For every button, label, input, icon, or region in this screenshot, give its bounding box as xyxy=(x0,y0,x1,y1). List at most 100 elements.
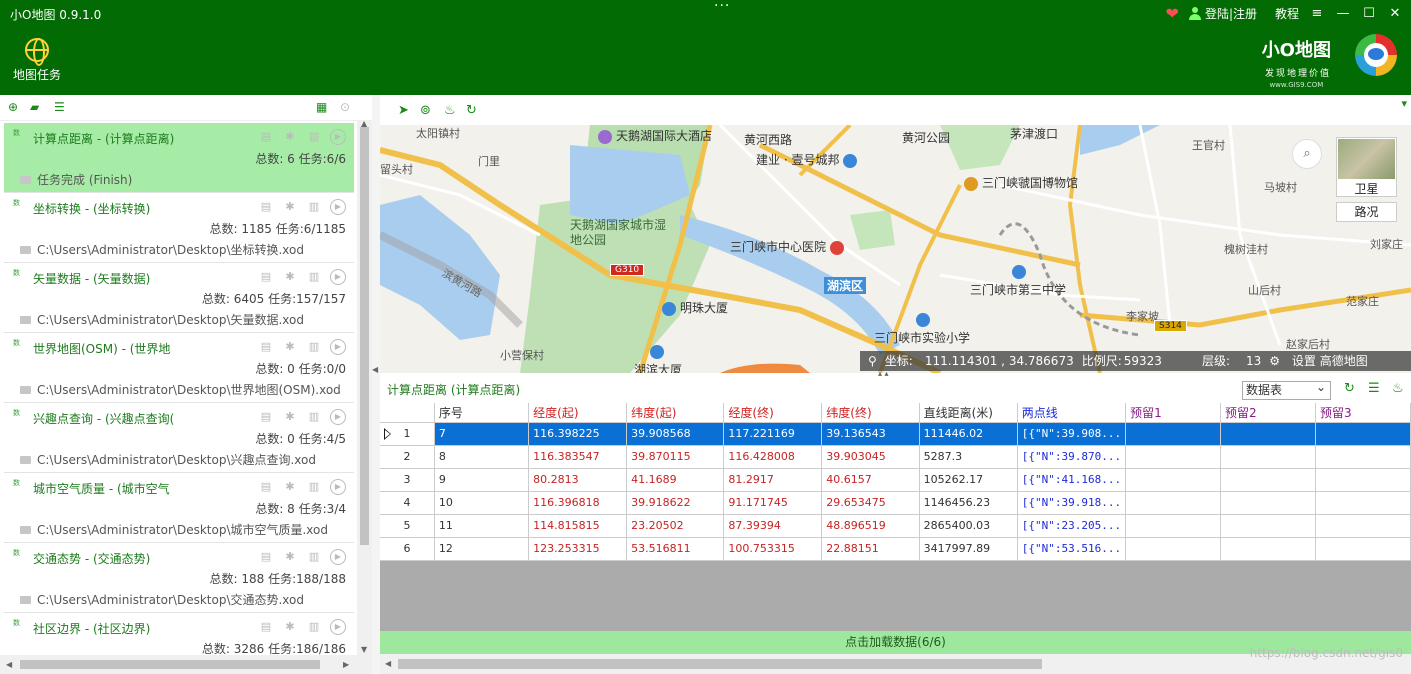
report-icon[interactable]: ▤ xyxy=(258,549,274,565)
chart-icon[interactable]: ▥ xyxy=(306,479,322,495)
chart-icon[interactable]: ▥ xyxy=(306,269,322,285)
grid-cell[interactable]: 80.2813 xyxy=(528,468,628,492)
tutorial-link[interactable]: 教程 xyxy=(1275,5,1299,22)
list-icon[interactable]: ☰ xyxy=(54,101,68,113)
location-pin-icon[interactable]: ⊚ xyxy=(420,103,431,118)
scroll-thumb[interactable] xyxy=(360,127,369,545)
collapse-up-icon[interactable]: ▴ ▴ xyxy=(878,369,889,378)
report-icon[interactable]: ▤ xyxy=(258,619,274,635)
grid-cell[interactable]: 114.815815 xyxy=(528,514,628,538)
grid-cell[interactable]: 39.870115 xyxy=(626,445,725,469)
map-view[interactable]: 太阳镇村 天鹅湖国际大酒店 黄河西路 黄河公园 茅津渡口 王官村 留头村 门里 … xyxy=(380,125,1411,373)
grid-cell[interactable] xyxy=(1315,422,1411,446)
grid-cell[interactable]: 116.396818 xyxy=(528,491,628,515)
report-icon[interactable]: ▤ xyxy=(258,129,274,145)
settings-icon[interactable]: ✱ xyxy=(282,549,298,565)
grid-cell[interactable]: 105262.17 xyxy=(919,468,1018,492)
task-item[interactable]: 数 兴趣点查询 - (兴趣点查询( ▤ ✱ ▥ ▶ 总数: 0 任务:4/5 C… xyxy=(4,403,354,473)
clear-icon[interactable]: ♨ xyxy=(1392,381,1404,396)
chart-icon[interactable]: ▥ xyxy=(306,199,322,215)
grid-cell[interactable]: 117.221169 xyxy=(723,422,823,446)
satellite-toggle[interactable]: 卫星 xyxy=(1336,137,1397,197)
settings-link[interactable]: ⚙ 设置 高德地图 xyxy=(1269,354,1375,368)
task-item[interactable]: 数 计算点距离 - (计算点距离) ▤ ✱ ▥ ▶ 总数: 6 任务:6/6 任… xyxy=(4,123,354,193)
scroll-thumb[interactable] xyxy=(20,660,320,669)
task-item[interactable]: 数 交通态势 - (交通态势) ▤ ✱ ▥ ▶ 总数: 188 任务:188/1… xyxy=(4,543,354,613)
settings-icon[interactable]: ✱ xyxy=(282,199,298,215)
column-header[interactable]: 直线距离(米) xyxy=(919,403,1018,423)
grid-cell[interactable] xyxy=(1220,514,1316,538)
grid-cell[interactable] xyxy=(1220,491,1316,515)
settings-icon[interactable]: ✱ xyxy=(282,479,298,495)
grid-cell[interactable]: 100.753315 xyxy=(723,537,823,561)
grid-cell[interactable]: 39.918622 xyxy=(626,491,725,515)
settings-icon[interactable]: ✱ xyxy=(282,269,298,285)
play-icon[interactable]: ▶ xyxy=(330,199,346,215)
grid-cell[interactable]: 8 xyxy=(434,445,530,469)
grid-cell[interactable] xyxy=(1125,468,1222,492)
grid-cell[interactable]: 41.1689 xyxy=(626,468,725,492)
grid-cell[interactable]: [{"N":41.168... xyxy=(1017,468,1127,492)
play-icon[interactable]: ▶ xyxy=(330,549,346,565)
play-icon[interactable]: ▶ xyxy=(330,339,346,355)
grid-cell[interactable]: 116.428008 xyxy=(723,445,823,469)
grid-cell[interactable]: 111446.02 xyxy=(919,422,1018,446)
grid-cell[interactable]: 123.253315 xyxy=(528,537,628,561)
grid-cell[interactable]: 48.896519 xyxy=(821,514,920,538)
table-row[interactable]: 6 12 123.253315 53.516811 100.753315 22.88151… xyxy=(380,537,1411,561)
settings-icon[interactable]: ✱ xyxy=(282,339,298,355)
grid-cell[interactable]: 116.383547 xyxy=(528,445,628,469)
map-task-button[interactable]: 地图任务 xyxy=(10,38,64,83)
grid-cell[interactable] xyxy=(1315,445,1411,469)
grid-cell[interactable]: 81.2917 xyxy=(723,468,823,492)
grid-cell[interactable] xyxy=(1125,422,1222,446)
grid-cell[interactable]: 40.6157 xyxy=(821,468,920,492)
report-icon[interactable]: ▤ xyxy=(258,199,274,215)
grid-cell[interactable] xyxy=(1220,445,1316,469)
grid-cell[interactable]: 39.903045 xyxy=(821,445,920,469)
grid-cell[interactable]: 22.88151 xyxy=(821,537,920,561)
play-icon[interactable]: ▶ xyxy=(330,129,346,145)
row-header[interactable]: 2 xyxy=(380,445,435,469)
column-header[interactable]: 序号 xyxy=(434,403,530,423)
grid-cell[interactable]: 3417997.89 xyxy=(919,537,1018,561)
report-icon[interactable]: ▤ xyxy=(258,409,274,425)
grid-cell[interactable]: 12 xyxy=(434,537,530,561)
settings-icon[interactable]: ✱ xyxy=(282,409,298,425)
row-header[interactable]: 4 xyxy=(380,491,435,515)
column-header[interactable]: 纬度(终) xyxy=(821,403,920,423)
maximize-icon[interactable]: ☐ xyxy=(1361,6,1377,21)
report-icon[interactable]: ▤ xyxy=(258,269,274,285)
grid-cell[interactable]: 91.171745 xyxy=(723,491,823,515)
grid-cell[interactable] xyxy=(1315,514,1411,538)
grid-cell[interactable]: [{"N":53.516... xyxy=(1017,537,1127,561)
play-icon[interactable]: ▶ xyxy=(330,409,346,425)
chart-icon[interactable]: ▥ xyxy=(306,339,322,355)
grid-cell[interactable]: 2865400.03 xyxy=(919,514,1018,538)
traffic-toggle[interactable]: 路况 xyxy=(1336,202,1397,222)
task-item[interactable]: 数 世界地图(OSM) - (世界地 ▤ ✱ ▥ ▶ 总数: 0 任务:0/0 … xyxy=(4,333,354,403)
grid-cell[interactable]: [{"N":39.870... xyxy=(1017,445,1127,469)
report-icon[interactable]: ▤ xyxy=(258,479,274,495)
chevron-down-icon[interactable]: ▾ xyxy=(1401,97,1407,110)
close-icon[interactable]: ✕ xyxy=(1387,6,1403,21)
grid-cell[interactable]: 53.516811 xyxy=(626,537,725,561)
settings-icon[interactable]: ✱ xyxy=(282,129,298,145)
play-icon[interactable]: ▶ xyxy=(330,619,346,635)
grid-cell[interactable]: [{"N":23.205... xyxy=(1017,514,1127,538)
new-task-icon[interactable]: ⊕ xyxy=(8,101,22,113)
chart-icon[interactable]: ▥ xyxy=(306,619,322,635)
scroll-thumb[interactable] xyxy=(398,659,1042,669)
grid-cell[interactable]: 9 xyxy=(434,468,530,492)
pointer-icon[interactable]: ➤ xyxy=(398,103,409,118)
view-select[interactable]: 数据表 xyxy=(1242,379,1331,400)
map-search-button[interactable]: ⌕ xyxy=(1292,139,1322,169)
grid-cell[interactable] xyxy=(1125,514,1222,538)
table-row[interactable]: 2 8 116.383547 39.870115 116.428008 39.903045… xyxy=(380,445,1411,469)
grid-cell[interactable]: 29.653475 xyxy=(821,491,920,515)
grid-cell[interactable]: [{"N":39.918... xyxy=(1017,491,1127,515)
grid-cell[interactable] xyxy=(1220,468,1316,492)
play-icon[interactable]: ▶ xyxy=(330,479,346,495)
chart-icon[interactable]: ▥ xyxy=(306,549,322,565)
scroll-down-icon[interactable]: ▼ xyxy=(361,645,367,654)
